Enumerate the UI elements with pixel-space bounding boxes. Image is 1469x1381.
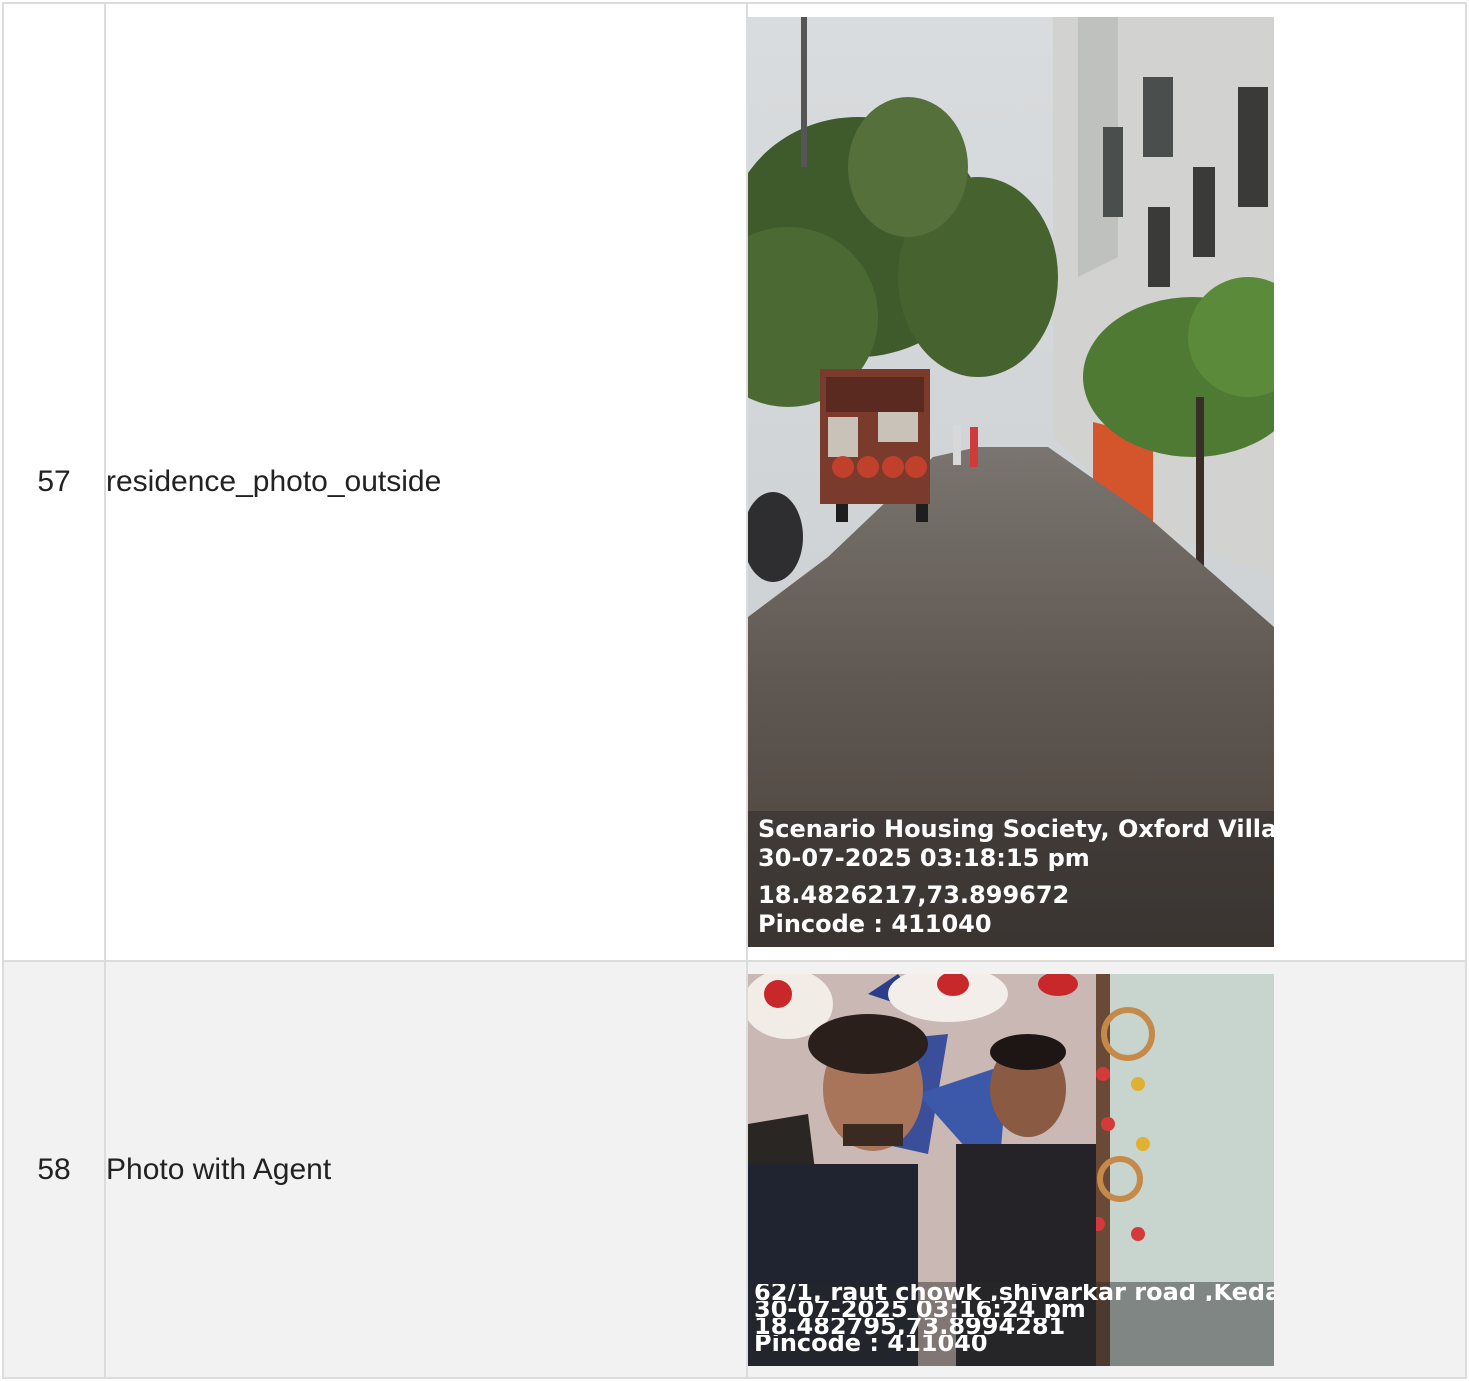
- stamp-datetime: 30-07-2025 03:18:15 pm: [758, 844, 1090, 872]
- row-label: Photo with Agent: [104, 960, 748, 1379]
- stamp-pincode: Pincode : 411040: [754, 1334, 988, 1352]
- photo-cell: 62/1, raut chowk ,shivarkar road ,Kedari…: [746, 960, 1467, 1379]
- row-number: 58: [2, 960, 106, 1379]
- photo-geotag-stamp: 62/1, raut chowk ,shivarkar road ,Kedari…: [748, 1281, 1274, 1366]
- stamp-coordinates: 18.482795,73.8994281: [754, 1317, 1066, 1335]
- stamp-pincode: Pincode : 411040: [758, 910, 992, 938]
- stamp-datetime: 30-07-2025 03:16:24 pm: [754, 1300, 1086, 1318]
- residence-outside-photo[interactable]: Scenario Housing Society, Oxford Village…: [748, 17, 1274, 947]
- agent-selfie-photo[interactable]: 62/1, raut chowk ,shivarkar road ,Kedari…: [748, 973, 1274, 1366]
- photo-geotag-stamp: Scenario Housing Society, Oxford Village…: [748, 811, 1274, 947]
- stamp-coordinates: 18.4826217,73.899672: [758, 881, 1070, 909]
- table-row: 57 residence_photo_outside Scenario Hous…: [2, 2, 1467, 962]
- stamp-address: 62/1, raut chowk ,shivarkar road ,Kedari…: [754, 1283, 1274, 1301]
- street-photo-image: [748, 17, 1274, 947]
- photo-report-table: 57 residence_photo_outside Scenario Hous…: [2, 2, 1467, 1379]
- table-row: 58 Photo with Agent 62/1, raut chowk ,sh…: [2, 960, 1467, 1379]
- row-number: 57: [2, 2, 106, 962]
- photo-cell: Scenario Housing Society, Oxford Village…: [746, 2, 1467, 962]
- row-label: residence_photo_outside: [104, 2, 748, 962]
- stamp-address: Scenario Housing Society, Oxford Village…: [758, 815, 1274, 843]
